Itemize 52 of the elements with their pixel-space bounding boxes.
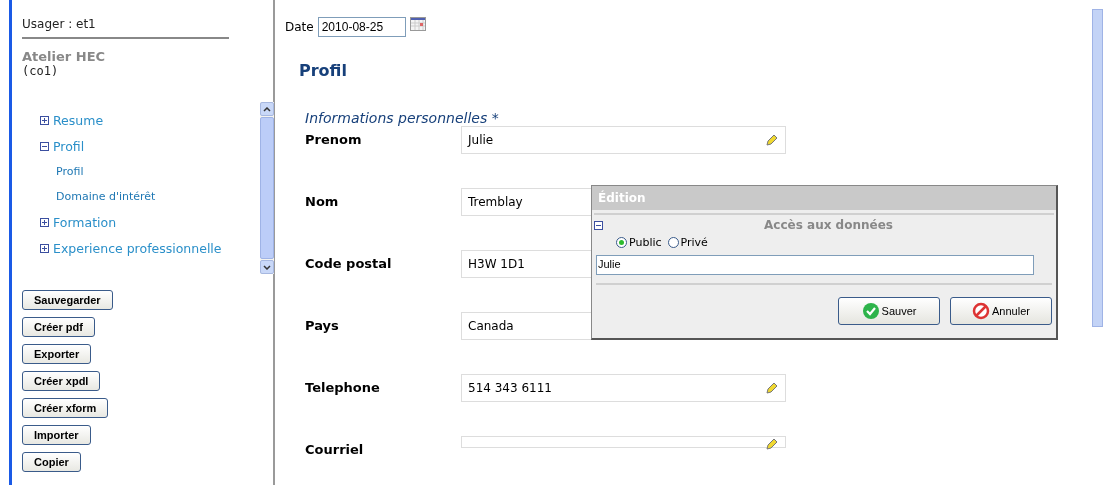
scroll-down-icon[interactable] (263, 264, 271, 270)
organization-code: (co1) (22, 64, 60, 78)
action-button[interactable]: Exporter (22, 344, 92, 364)
action-button[interactable]: Créer xpdl (22, 371, 101, 391)
collapse-icon[interactable] (40, 141, 49, 151)
pencil-icon[interactable] (765, 381, 779, 395)
section-heading: Informations personnelles * (305, 110, 500, 126)
radio-option[interactable]: Privé (667, 236, 708, 249)
nav-subitem[interactable]: Domaine d'intérêt (40, 184, 260, 209)
nav-item[interactable]: Profil (40, 133, 260, 159)
expand-icon[interactable] (40, 243, 49, 253)
field-label: Courriel (305, 441, 365, 457)
field-label: Nom (305, 193, 340, 209)
organization-name: Atelier HEC (22, 49, 107, 64)
expand-icon[interactable] (40, 217, 49, 227)
user-label: Usager : et1 (22, 17, 229, 39)
date-label: Date (285, 20, 314, 34)
calendar-icon[interactable] (409, 17, 426, 31)
date-field[interactable]: 2010-08-25 (317, 17, 406, 37)
action-button[interactable]: Sauvegarder (22, 290, 113, 310)
field-label: Pays (305, 317, 340, 333)
scroll-up-icon[interactable] (263, 106, 271, 112)
action-button[interactable]: Créer xform (22, 398, 109, 418)
check-icon (861, 302, 880, 320)
text-field[interactable]: Julie (461, 126, 786, 154)
radio-option[interactable]: Public (616, 236, 662, 249)
cancel-button[interactable]: Annuler (950, 297, 1052, 325)
pencil-icon[interactable] (765, 133, 779, 147)
cancel-icon (972, 302, 991, 320)
field-label: Telephone (305, 379, 381, 395)
radio-icon[interactable] (667, 237, 679, 248)
radio-icon[interactable] (616, 237, 627, 248)
expand-icon[interactable] (40, 115, 49, 125)
action-button[interactable]: Copier (22, 452, 81, 472)
nav-item[interactable]: Formation (40, 209, 260, 235)
text-field[interactable] (461, 436, 786, 448)
pencil-icon[interactable] (765, 437, 779, 451)
save-button[interactable]: Sauver (838, 297, 940, 325)
nav-item[interactable]: Experience professionnelle (40, 235, 260, 261)
field-label: Prenom (305, 131, 363, 147)
scrollbar[interactable] (260, 102, 274, 274)
input-field[interactable]: Julie (596, 255, 1034, 275)
page-heading: Profil (299, 61, 348, 80)
collapse-icon[interactable] (594, 220, 603, 230)
section-title: Accès aux données (763, 218, 894, 232)
nav-item[interactable]: Resume (40, 107, 260, 133)
text-field[interactable]: 514 343 6111 (461, 374, 786, 402)
action-button[interactable]: Créer pdf (22, 317, 95, 337)
field-label: Code postal (305, 255, 393, 271)
nav-subitem[interactable]: Profil (40, 159, 260, 184)
scrollbar[interactable] (1092, 9, 1103, 327)
action-button[interactable]: Importer (22, 425, 91, 445)
